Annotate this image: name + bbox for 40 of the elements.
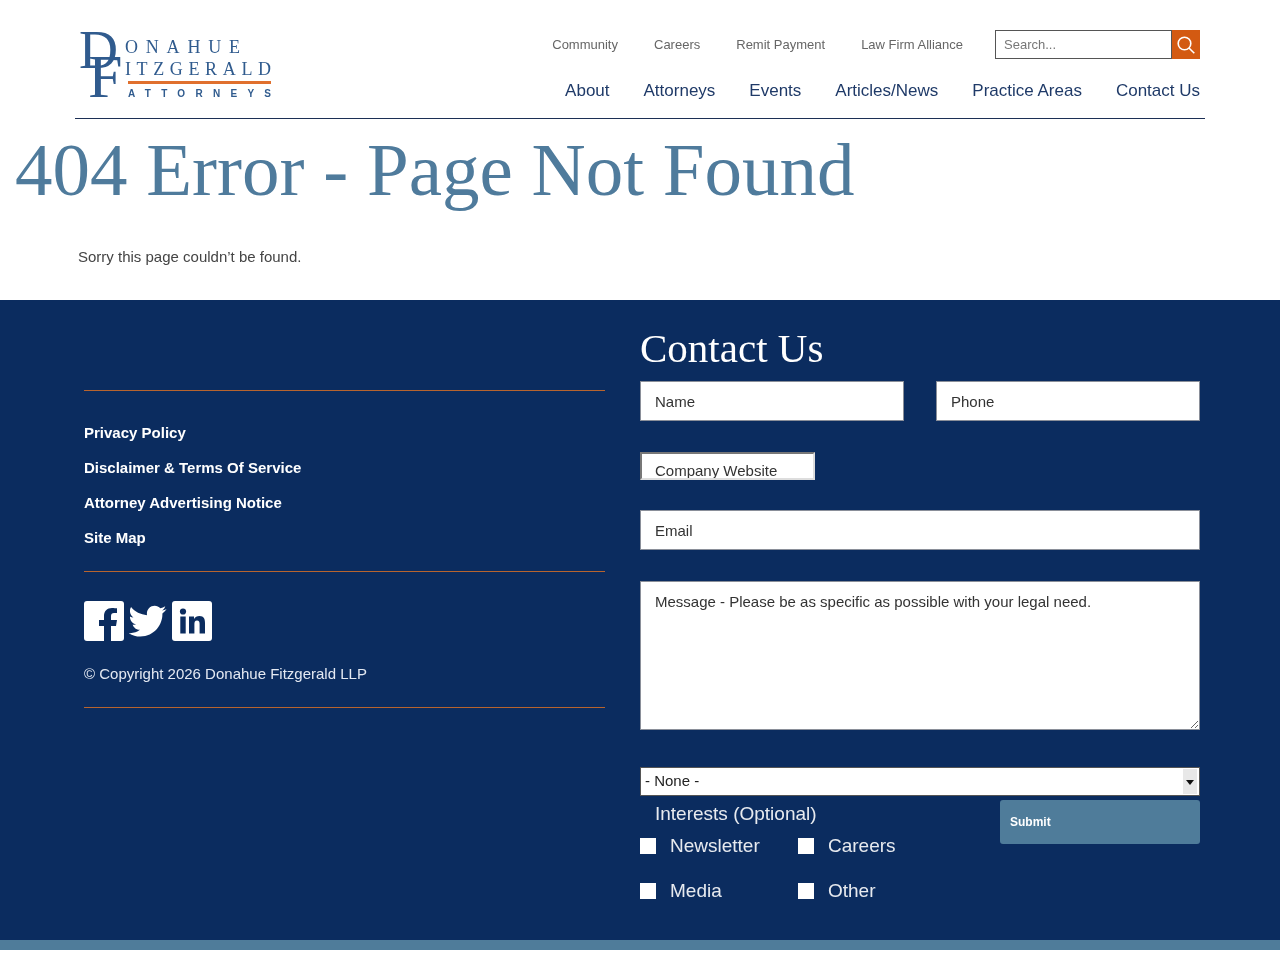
submit-button[interactable]: Submit bbox=[1000, 800, 1200, 844]
main-nav-link[interactable]: Contact Us bbox=[1115, 79, 1200, 103]
phone-field[interactable]: Phone bbox=[936, 381, 1200, 421]
dropdown-field[interactable]: - None - bbox=[640, 767, 1200, 796]
linkedin-icon[interactable] bbox=[172, 601, 212, 641]
search-button[interactable] bbox=[1172, 30, 1200, 59]
footer-link[interactable]: Privacy Policy bbox=[84, 422, 186, 444]
main-nav-link[interactable]: About bbox=[565, 79, 610, 103]
company-website-field[interactable]: Company Website bbox=[640, 452, 815, 480]
search-icon bbox=[1177, 35, 1195, 54]
search-field[interactable]: Search... bbox=[995, 30, 1172, 59]
name-field[interactable]: Name bbox=[640, 381, 904, 421]
copyright-text: © Copyright 2026 Donahue Fitzgerald LLP bbox=[84, 664, 367, 684]
checkbox[interactable] bbox=[798, 883, 814, 899]
footer-link[interactable]: Site Map bbox=[84, 527, 146, 549]
facebook-icon[interactable] bbox=[84, 601, 124, 641]
checkbox-label[interactable]: Newsletter bbox=[670, 834, 760, 858]
checkbox[interactable] bbox=[640, 883, 656, 899]
utility-nav-link[interactable]: Community bbox=[552, 34, 618, 55]
main-nav-link[interactable]: Practice Areas bbox=[972, 79, 1082, 103]
main-nav-link[interactable]: Attorneys bbox=[643, 79, 716, 103]
footer-link[interactable]: Disclaimer & Terms Of Service bbox=[84, 457, 302, 479]
utility-nav-link[interactable]: Law Firm Alliance bbox=[861, 34, 963, 55]
checkbox[interactable] bbox=[640, 838, 656, 854]
checkbox-label[interactable]: Other bbox=[828, 879, 876, 903]
checkbox[interactable] bbox=[798, 838, 814, 854]
footer-link[interactable]: Attorney Advertising Notice bbox=[84, 492, 282, 514]
email-field[interactable]: Email bbox=[640, 510, 1200, 550]
utility-nav-link[interactable]: Careers bbox=[654, 34, 701, 55]
error-message: Sorry this page couldn’t be found. bbox=[78, 247, 302, 267]
main-nav-link[interactable]: Events bbox=[749, 79, 802, 103]
caret-icon bbox=[1183, 769, 1197, 794]
contact-heading: Contact Us bbox=[640, 324, 824, 373]
checkbox-label[interactable]: Careers bbox=[828, 834, 896, 858]
checkbox-label[interactable]: Media bbox=[670, 879, 722, 903]
twitter-bird-icon[interactable] bbox=[129, 605, 167, 637]
utility-nav-link[interactable]: Remit Payment bbox=[736, 34, 826, 55]
interests-label: Interests (Optional) bbox=[655, 802, 817, 826]
message-field[interactable]: Message - Please be as specific as possible with your legal need. bbox=[640, 581, 1200, 730]
main-nav-link[interactable]: Articles/News bbox=[835, 79, 939, 103]
